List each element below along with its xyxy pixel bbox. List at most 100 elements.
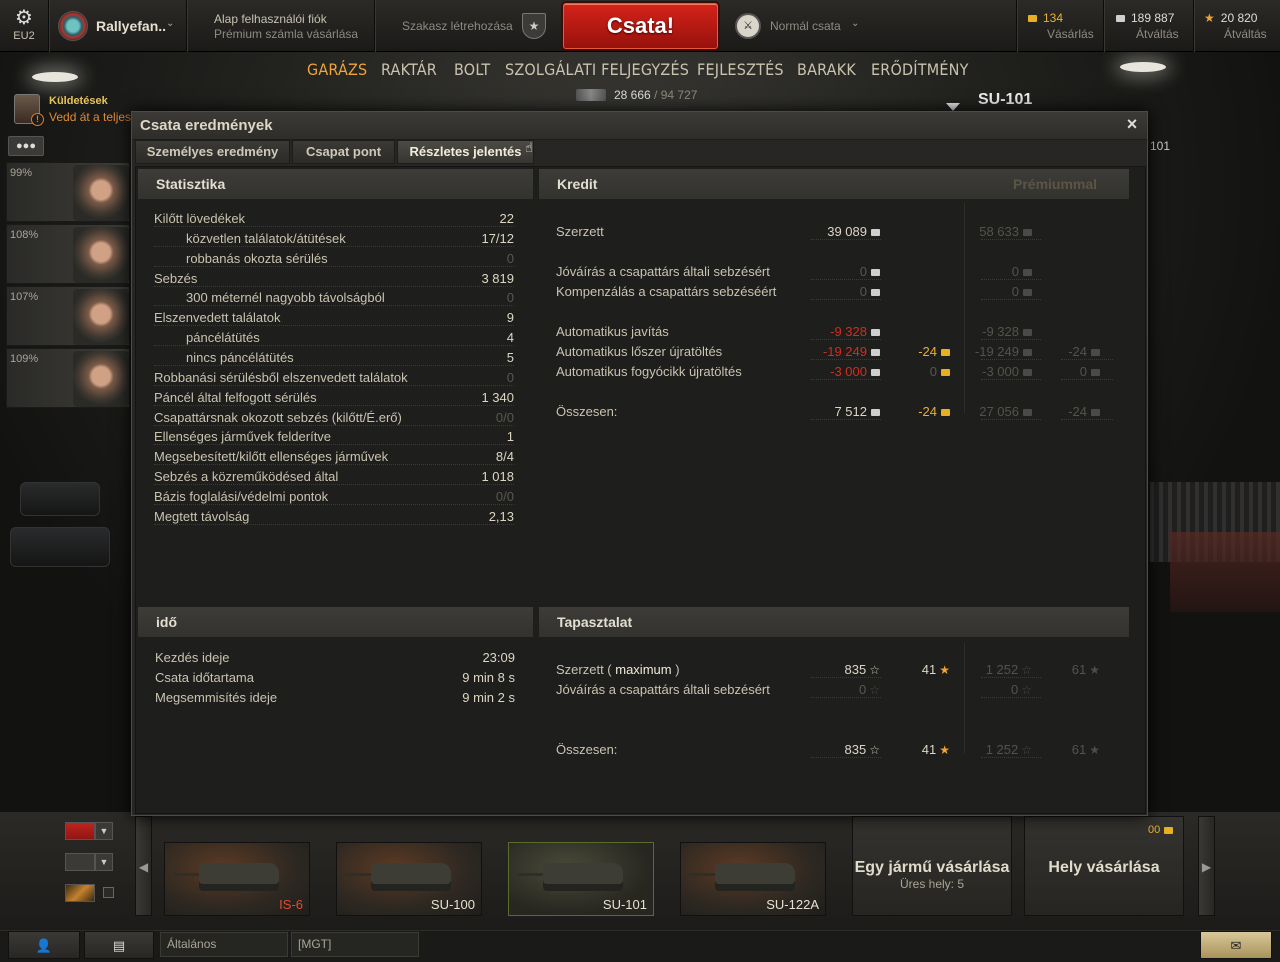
- credits-icon: [871, 329, 880, 337]
- create-platoon-link[interactable]: Szakasz létrehozása: [402, 19, 513, 33]
- carousel-left-arrow[interactable]: ◀: [135, 816, 152, 916]
- row-divider: [981, 359, 1041, 360]
- credit-label: Összesen:: [556, 404, 618, 419]
- stats-row: páncélátütés 4: [154, 328, 514, 348]
- xp-max-link[interactable]: maximum: [615, 662, 671, 677]
- tank-card-su122a[interactable]: SU-122A: [680, 842, 826, 916]
- stat-label: Sebzés: [154, 270, 198, 286]
- credit-label: Jóváírás a csapattárs általi sebzésért: [556, 264, 770, 279]
- vehicle-name-small: 101: [1150, 139, 1171, 153]
- platoon-icon[interactable]: ★: [522, 13, 546, 39]
- exchange-gold-link[interactable]: Átváltás: [1136, 27, 1179, 41]
- crew-member[interactable]: 108%: [6, 224, 130, 284]
- battle-results-dialog: Csata eredmények × Személyes eredmény Cs…: [131, 111, 1148, 816]
- stats-header: Statisztika: [138, 169, 533, 199]
- vehicle-info-icon[interactable]: [946, 103, 960, 111]
- stats-row: Ellenséges járművek felderítve 1: [154, 427, 514, 447]
- credits-row: Automatikus lőszer újratöltés -19 249 -24 -…: [556, 342, 1116, 362]
- chat-tab-clan[interactable]: [MGT]: [291, 932, 419, 957]
- crew-skill: 107%: [10, 291, 39, 303]
- tank-card-su100[interactable]: SU-100: [336, 842, 482, 916]
- channels-button[interactable]: ▤: [84, 931, 154, 959]
- crew-member[interactable]: 107%: [6, 286, 130, 346]
- xp-row: Szerzett ( maximum ) 835 ☆ 41 ★ 1 252 ☆ 61 ★: [556, 660, 1116, 680]
- free-xp-icon: ★: [939, 663, 950, 677]
- premium-filter-icon[interactable]: [65, 884, 95, 902]
- vehicle-xp-total: / 94 727: [654, 88, 698, 102]
- row-divider: [154, 285, 514, 287]
- clan-emblem[interactable]: [58, 11, 88, 41]
- tab-personal[interactable]: Személyes eredmény: [135, 140, 290, 164]
- row-divider: [811, 359, 881, 360]
- battle-mode-icon[interactable]: ⚔: [735, 13, 761, 39]
- gold-icon: [941, 369, 950, 377]
- cursor-icon: ☝: [525, 140, 533, 155]
- premium-credit-amount: -9 328: [982, 324, 1019, 339]
- battle-mode-label[interactable]: Normál csata: [770, 19, 841, 33]
- premium-gold-amount: -24: [1068, 344, 1087, 359]
- crew-icon[interactable]: ●●●: [8, 136, 44, 156]
- message-icon: ✉: [1230, 938, 1242, 953]
- nav-research[interactable]: FEJLESZTÉS: [697, 60, 784, 79]
- stat-label: Megtett távolság: [154, 508, 250, 524]
- nav-stronghold[interactable]: ERŐDÍTMÉNY: [871, 60, 969, 79]
- stats-row: Páncél által felfogott sérülés 1 340: [154, 388, 514, 408]
- exchange-xp-link[interactable]: Átváltás: [1224, 27, 1267, 41]
- nav-barracks[interactable]: BARAKK: [797, 60, 856, 79]
- nav-service-record[interactable]: SZOLGÁLATI FELJEGYZÉS: [505, 60, 689, 79]
- credit-amount: 39 089: [827, 224, 867, 239]
- crew-skill: 108%: [10, 229, 39, 241]
- tank-card-is6[interactable]: IS-6: [164, 842, 310, 916]
- time-label: Csata időtartama: [155, 670, 254, 685]
- stats-row: Bázis foglalási/védelmi pontok 0/0: [154, 487, 514, 507]
- dialog-titlebar[interactable]: Csata eredmények ×: [132, 112, 1147, 140]
- tank-silhouette: [199, 863, 279, 891]
- free-xp-icon: ★: [939, 743, 950, 757]
- username[interactable]: Rallyefan..: [96, 18, 166, 34]
- chevron-down-icon[interactable]: ▼: [95, 822, 113, 840]
- gold-icon: [1028, 15, 1037, 23]
- chevron-down-icon[interactable]: ▼: [95, 853, 113, 871]
- nav-depot[interactable]: RAKTÁR: [381, 60, 437, 79]
- credit-label: Automatikus javítás: [556, 324, 669, 339]
- stats-row: Megsebesített/kilőtt ellenséges járművek…: [154, 447, 514, 467]
- buy-vehicle-slot[interactable]: Egy jármű vásárlása Üres hely: 5: [852, 816, 1012, 916]
- tab-detailed[interactable]: Részletes jelentés: [397, 140, 534, 164]
- free-xp-icon: ★: [1204, 11, 1215, 25]
- chat-tab-general[interactable]: Általános: [160, 932, 288, 957]
- close-icon[interactable]: ×: [1123, 115, 1141, 133]
- nation-filter-flag[interactable]: [65, 822, 95, 840]
- credit-label: Automatikus lőszer újratöltés: [556, 344, 723, 359]
- missions-title[interactable]: Küldetések: [49, 95, 108, 107]
- tank-name: SU-122A: [766, 897, 819, 912]
- battle-button[interactable]: Csata!: [563, 3, 718, 49]
- free-xp-icon: ★: [1089, 743, 1100, 757]
- chevron-down-icon[interactable]: ⌄: [166, 18, 174, 29]
- notifications-button[interactable]: ✉: [1200, 931, 1272, 959]
- settings-button[interactable]: ⚙ EU2: [10, 8, 38, 42]
- stat-value: 4: [506, 330, 514, 346]
- missions-text[interactable]: Vedd át a teljes: [49, 110, 131, 124]
- alert-icon: !: [31, 113, 44, 126]
- row-divider: [981, 279, 1041, 280]
- nav-garage[interactable]: GARÁZS: [307, 60, 367, 79]
- tire-stack: [20, 482, 100, 516]
- type-filter-icon[interactable]: [65, 853, 95, 871]
- crew-member[interactable]: 109%: [6, 348, 130, 408]
- row-divider: [981, 757, 1041, 758]
- premium-credit-amount: -3 000: [982, 364, 1019, 379]
- tank-card-su101[interactable]: SU-101: [508, 842, 654, 916]
- premium-free-xp-amount: 61: [1071, 662, 1087, 677]
- carousel-right-arrow[interactable]: ▶: [1198, 816, 1215, 916]
- buy-premium-link[interactable]: Prémium számla vásárlása: [214, 27, 358, 41]
- crew-member[interactable]: 99%: [6, 162, 130, 222]
- buy-gold-link[interactable]: Vásárlás: [1047, 27, 1094, 41]
- user-icon: 👤: [35, 938, 53, 953]
- tab-team[interactable]: Csapat pont: [292, 140, 395, 164]
- contacts-button[interactable]: 👤: [8, 931, 80, 959]
- free-xp-balance: ★ 20 820: [1204, 11, 1257, 25]
- chevron-down-icon[interactable]: ⌄: [851, 18, 859, 29]
- gold-balance: 134: [1028, 11, 1063, 25]
- filter-checkbox[interactable]: [103, 887, 114, 898]
- nav-shop[interactable]: BOLT: [454, 60, 490, 79]
